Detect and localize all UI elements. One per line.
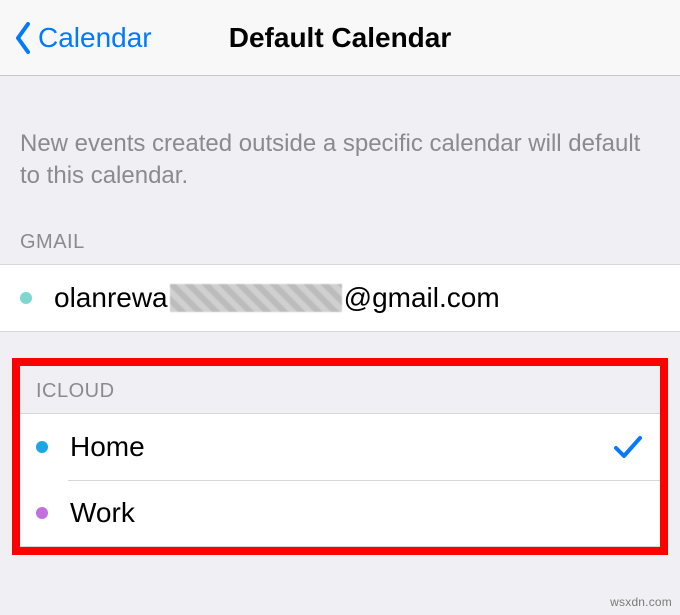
calendar-row-label: Home — [70, 431, 612, 463]
email-suffix: @gmail.com — [344, 282, 500, 314]
calendar-row-work[interactable]: Work — [20, 480, 660, 546]
color-dot-icon — [36, 507, 48, 519]
description-text: New events created outside a specific ca… — [20, 128, 660, 193]
highlight-box: ICLOUD Home Work — [12, 358, 668, 555]
redacted-segment — [170, 284, 342, 312]
icloud-list: Home Work — [20, 413, 660, 547]
gmail-list: olanrewa @gmail.com — [0, 264, 680, 332]
color-dot-icon — [20, 292, 32, 304]
calendar-row-label: olanrewa @gmail.com — [54, 282, 660, 314]
section-header-gmail: GMAIL — [0, 217, 680, 264]
checkmark-icon — [612, 431, 644, 463]
section-header-icloud: ICLOUD — [20, 366, 660, 413]
chevron-left-icon — [14, 22, 32, 54]
calendar-row-home[interactable]: Home — [20, 414, 660, 480]
back-button[interactable]: Calendar — [0, 22, 152, 54]
email-prefix: olanrewa — [54, 282, 168, 314]
color-dot-icon — [36, 441, 48, 453]
description-block: New events created outside a specific ca… — [0, 76, 680, 217]
nav-bar: Calendar Default Calendar — [0, 0, 680, 76]
calendar-row-label: Work — [70, 497, 644, 529]
watermark-text: wsxdn.com — [610, 595, 672, 609]
back-label: Calendar — [38, 22, 152, 54]
calendar-row-gmail[interactable]: olanrewa @gmail.com — [0, 265, 680, 331]
